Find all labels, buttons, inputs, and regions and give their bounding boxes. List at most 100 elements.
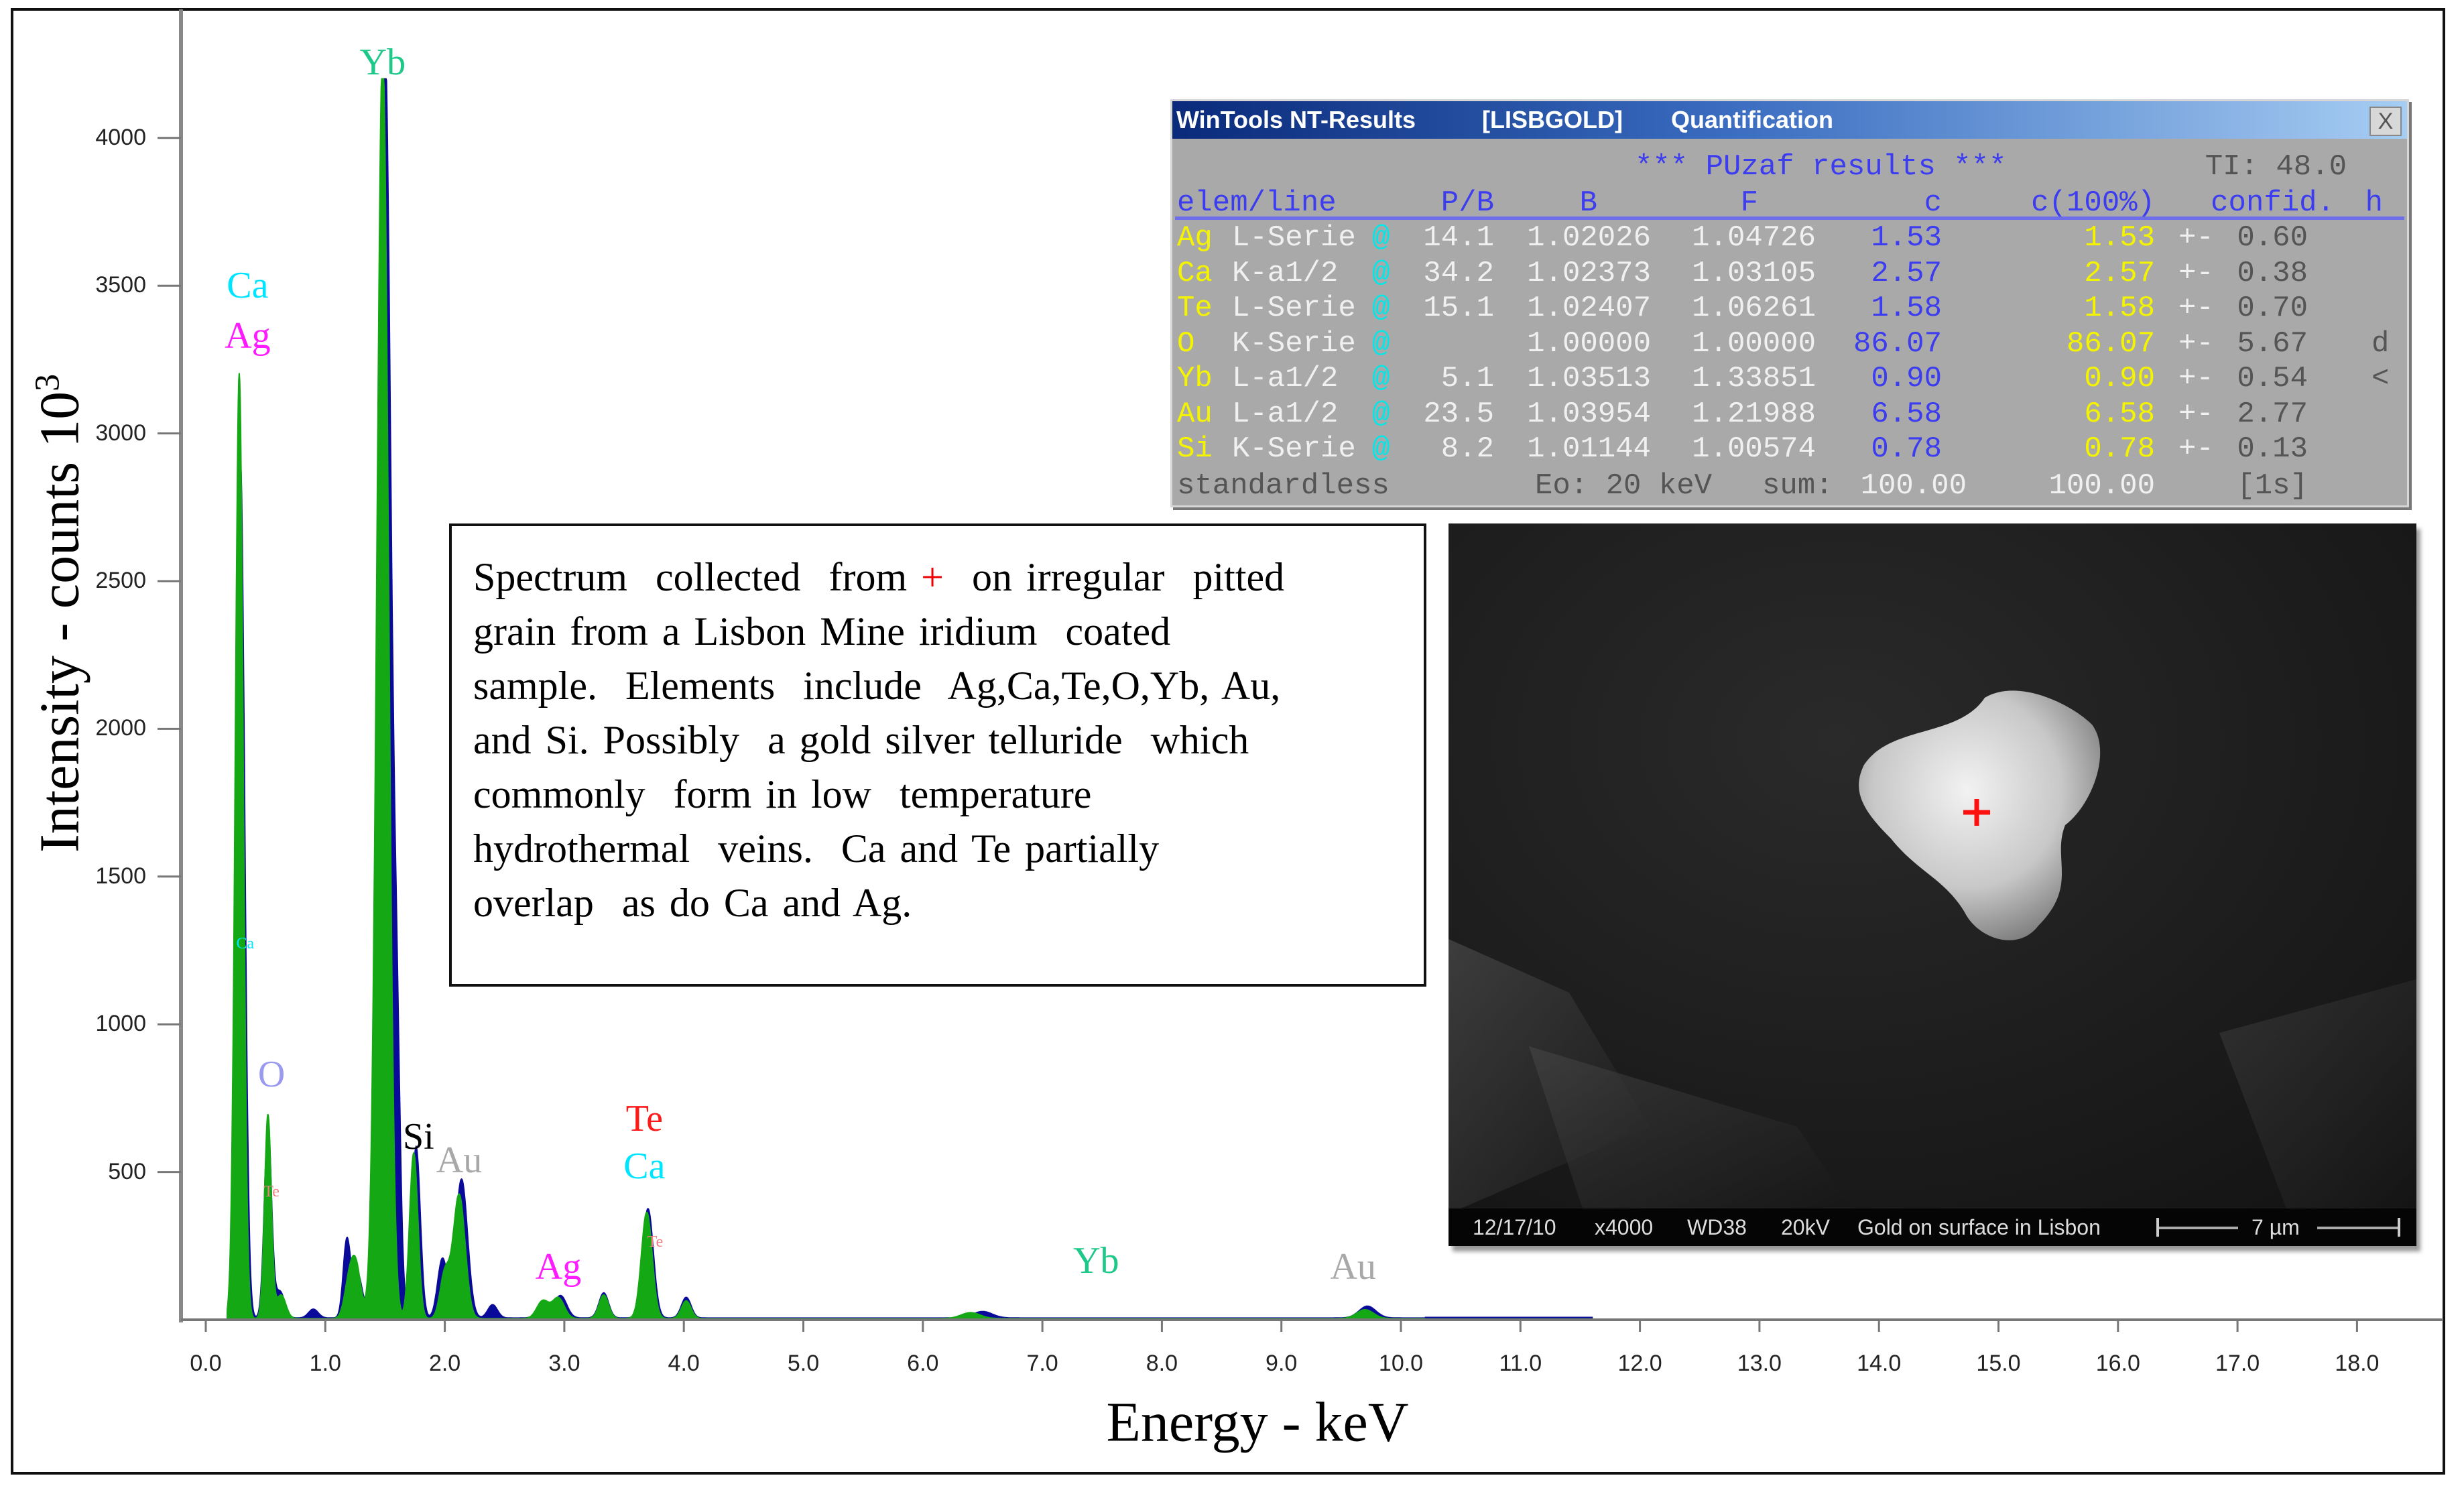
b-value: 1.01144 [1527,432,1651,466]
element-line: L-Serie [1232,292,1356,325]
c-value: 2.57 [1871,256,1942,290]
line-marker: @ [1372,397,1390,431]
element-symbol: Te [1177,292,1213,325]
sem-magnification: x4000 [1595,1215,1654,1239]
sem-date: 12/17/10 [1473,1215,1556,1239]
scale-bar-right [2317,1227,2398,1229]
confidence-value: 5.67 [2237,326,2308,361]
close-button[interactable]: X [2369,107,2402,136]
footer-total: 100.00 [2048,469,2155,503]
window-title-app: WinTools NT-Results [1176,106,1416,133]
line-marker: @ [1372,256,1390,290]
footer-eo: Eo: 20 keV [1535,469,1713,503]
b-value: 1.02373 [1527,256,1651,290]
peak-label: Te [263,1183,280,1201]
plus-minus: +- [2178,326,2214,361]
element-symbol: Ag [1177,221,1213,255]
y-tick-label: 4000 [95,124,146,150]
x-tick-label: 14.0 [1857,1351,1902,1376]
plus-minus: +- [2178,292,2214,325]
note-line: grain from a Lisbon Mine iridium coated [473,609,1171,654]
line-marker: @ [1372,326,1390,361]
peak-label: Ca [227,265,269,307]
confidence-value: 2.77 [2237,397,2308,431]
x-tick-label: 17.0 [2215,1351,2260,1376]
pb-value: 23.5 [1423,397,1494,431]
f-value: 1.06261 [1692,292,1816,325]
x-axis-label: Energy - keV [1106,1391,1409,1454]
x-tick-label: 2.0 [428,1351,461,1376]
x-tick-label: 7.0 [1026,1351,1058,1376]
red-cross-marker: + [921,555,944,599]
confidence-value: 0.38 [2237,256,2308,290]
peak-label: Ca [236,935,255,953]
peak-label: Yb [1073,1239,1119,1282]
c-value: 86.07 [1853,326,1942,361]
y-tick-label: 1500 [95,863,146,889]
x-tick-label: 16.0 [2095,1351,2140,1376]
column-header: B [1579,186,1597,220]
f-value: 1.33851 [1692,362,1816,395]
plus-minus: +- [2178,432,2214,466]
sem-working-distance: WD38 [1687,1215,1747,1239]
plus-minus: +- [2178,397,2214,431]
column-header: confid. [2211,186,2335,220]
h-flag: < [2371,362,2390,395]
sem-image: 12/17/10 x4000 WD38 20kV Gold on surface… [1449,523,2416,1246]
quantification-window: WinTools NT-Results [LISBGOLD] Quantific… [1170,99,2409,507]
footer-sum-label: sum: [1762,469,1833,503]
c100-value: 86.07 [2066,326,2155,361]
confidence-value: 0.54 [2237,362,2308,395]
x-tick-label: 10.0 [1378,1351,1424,1376]
x-tick-label: 8.0 [1146,1351,1178,1376]
h-flag: d [2371,326,2390,361]
column-header: elem/line [1177,186,1337,220]
c100-value: 1.58 [2084,292,2155,325]
f-value: 1.04726 [1692,221,1816,255]
peak-label: Au [436,1139,483,1181]
f-value: 1.21988 [1692,397,1816,431]
element-line: L-Serie [1232,221,1356,255]
f-value: 1.00574 [1692,432,1816,466]
column-header: P/B [1440,186,1494,220]
scale-bar-right-end [2398,1218,2400,1237]
element-line: K-a1/2 [1232,256,1339,290]
element-symbol: Si [1177,432,1213,466]
y-tick-label: 3500 [95,272,146,298]
peak-label: Te [625,1098,663,1140]
x-tick-label: 0.0 [190,1351,222,1376]
peak-label: Ca [623,1145,666,1187]
x-tick-label: 1.0 [309,1351,341,1376]
element-line: K-Serie [1232,326,1356,361]
c-value: 6.58 [1871,397,1942,431]
x-tick-label: 5.0 [787,1351,820,1376]
peak-label: O [257,1054,286,1096]
results-title: *** PUzaf results *** [1635,150,2007,184]
f-value: 1.03105 [1692,256,1816,290]
confidence-value: 0.70 [2237,292,2308,325]
description-box: Spectrum collected from + on irregular p… [449,523,1426,987]
b-value: 1.00000 [1527,326,1651,361]
note-line: and Si. Possibly a gold silver telluride… [473,718,1249,762]
f-value: 1.00000 [1692,326,1816,361]
x-tick-label: 15.0 [1976,1351,2021,1376]
peak-label: Si [403,1115,434,1158]
peak-label: Te [647,1233,664,1251]
header-underline [1175,216,2404,220]
sem-micrograph [1449,523,2416,1246]
confidence-value: 0.60 [2237,221,2308,255]
ti-value: TI: 48.0 [2205,150,2347,184]
y-tick-label: 1000 [95,1011,146,1037]
c100-value: 0.90 [2084,362,2155,395]
b-value: 1.03513 [1527,362,1651,395]
c100-value: 0.78 [2084,432,2155,466]
note-line: sample. Elements include Ag,Ca,Te,O,Yb, … [473,664,1281,708]
window-title-mode: Quantification [1671,106,1833,133]
pb-value: 14.1 [1423,221,1494,255]
c100-value: 6.58 [2084,397,2155,431]
line-marker: @ [1372,221,1390,255]
plus-minus: +- [2178,362,2214,395]
x-tick-label: 6.0 [907,1351,939,1376]
window-title-bar[interactable]: WinTools NT-Results [LISBGOLD] Quantific… [1172,101,2407,139]
sem-caption-bar: 12/17/10 x4000 WD38 20kV Gold on surface… [1449,1208,2416,1246]
